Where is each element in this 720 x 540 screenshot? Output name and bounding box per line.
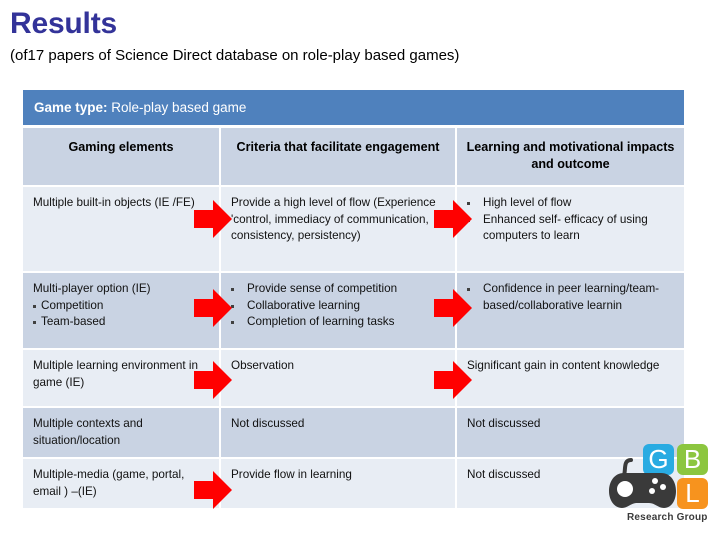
- list-item: Competition: [33, 298, 211, 315]
- cell-criteria: Not discussed: [220, 407, 457, 459]
- list-item: Provide sense of competition: [225, 281, 447, 298]
- list-item: Collaborative learning: [225, 298, 447, 315]
- column-header-gaming-elements: Gaming elements: [23, 128, 221, 187]
- cell-elements: Multiple contexts and situation/location: [23, 407, 221, 459]
- game-type-value: Role-play based game: [107, 100, 247, 115]
- list-item: Completion of learning tasks: [225, 314, 447, 331]
- bullet-list: High level of flow Enhanced self- effica…: [461, 195, 676, 245]
- cell-criteria: Provide flow in learning: [220, 458, 457, 510]
- bullet-list: Provide sense of competition Collaborati…: [225, 281, 447, 331]
- cell-impacts: Confidence in peer learning/team-based/c…: [456, 272, 684, 350]
- list-item: Team-based: [33, 314, 211, 331]
- cell-criteria: Provide a high level of flow (Experience…: [220, 186, 457, 273]
- cell-impacts: Significant gain in content knowledge: [456, 349, 684, 408]
- cell-text: Multiple built-in objects (IE /FE): [33, 196, 195, 209]
- bullet-list: Competition Team-based: [33, 298, 211, 331]
- logo-tile-b: B: [677, 444, 708, 475]
- logo-tile-l: L: [677, 478, 708, 509]
- cell-text: Multi-player option (IE): [33, 282, 151, 295]
- table-row: Multiple built-in objects (IE /FE) Provi…: [23, 186, 684, 273]
- cell-criteria: Observation: [220, 349, 457, 408]
- results-table: Game type: Role-play based game Gaming e…: [23, 90, 684, 510]
- table-row: Multi-player option (IE) Competition Tea…: [23, 272, 684, 350]
- results-grid: Gaming elements Criteria that facilitate…: [23, 128, 684, 510]
- list-item: Enhanced self- efficacy of using compute…: [461, 212, 676, 245]
- game-type-label: Game type:: [34, 100, 108, 115]
- cell-text: Observation: [231, 359, 295, 372]
- table-header-row: Gaming elements Criteria that facilitate…: [23, 128, 684, 187]
- table-row: Multiple learning environment in game (I…: [23, 349, 684, 408]
- column-header-impacts: Learning and motivational impacts and ou…: [456, 128, 684, 187]
- cell-text: Provide flow in learning: [231, 468, 352, 481]
- cell-elements: Multiple-media (game, portal, email ) –(…: [23, 458, 221, 510]
- list-item: Confidence in peer learning/team-based/c…: [461, 281, 676, 314]
- gamepad-icon: [607, 458, 677, 510]
- list-item: High level of flow: [461, 195, 676, 212]
- column-header-criteria: Criteria that facilitate engagement: [220, 128, 457, 187]
- cell-elements: Multiple built-in objects (IE /FE): [23, 186, 221, 273]
- bullet-list: Confidence in peer learning/team-based/c…: [461, 281, 676, 314]
- cell-text: Provide a high level of flow (Experience…: [231, 196, 436, 242]
- table-row: Multiple contexts and situation/location…: [23, 407, 684, 459]
- cell-elements: Multiple learning environment in game (I…: [23, 349, 221, 408]
- table-row: Multiple-media (game, portal, email ) –(…: [23, 458, 684, 510]
- cell-impacts: High level of flow Enhanced self- effica…: [456, 186, 684, 273]
- cell-text: Multiple learning environment in game (I…: [33, 359, 199, 389]
- page-title: Results: [10, 7, 117, 40]
- gbl-research-group-logo: G B L Research Group: [607, 440, 715, 536]
- cell-text: Not discussed: [467, 417, 541, 430]
- game-type-band: Game type: Role-play based game: [23, 90, 684, 125]
- cell-text: Significant gain in content knowledge: [467, 359, 660, 372]
- cell-elements: Multi-player option (IE) Competition Tea…: [23, 272, 221, 350]
- cell-text: Multiple contexts and situation/location: [33, 417, 143, 447]
- logo-caption: Research Group: [627, 512, 708, 523]
- page-subtitle: (of17 papers of Science Direct database …: [10, 47, 460, 64]
- cell-criteria: Provide sense of competition Collaborati…: [220, 272, 457, 350]
- cell-text: Multiple-media (game, portal, email ) –(…: [33, 468, 185, 498]
- cell-text: Not discussed: [231, 417, 305, 430]
